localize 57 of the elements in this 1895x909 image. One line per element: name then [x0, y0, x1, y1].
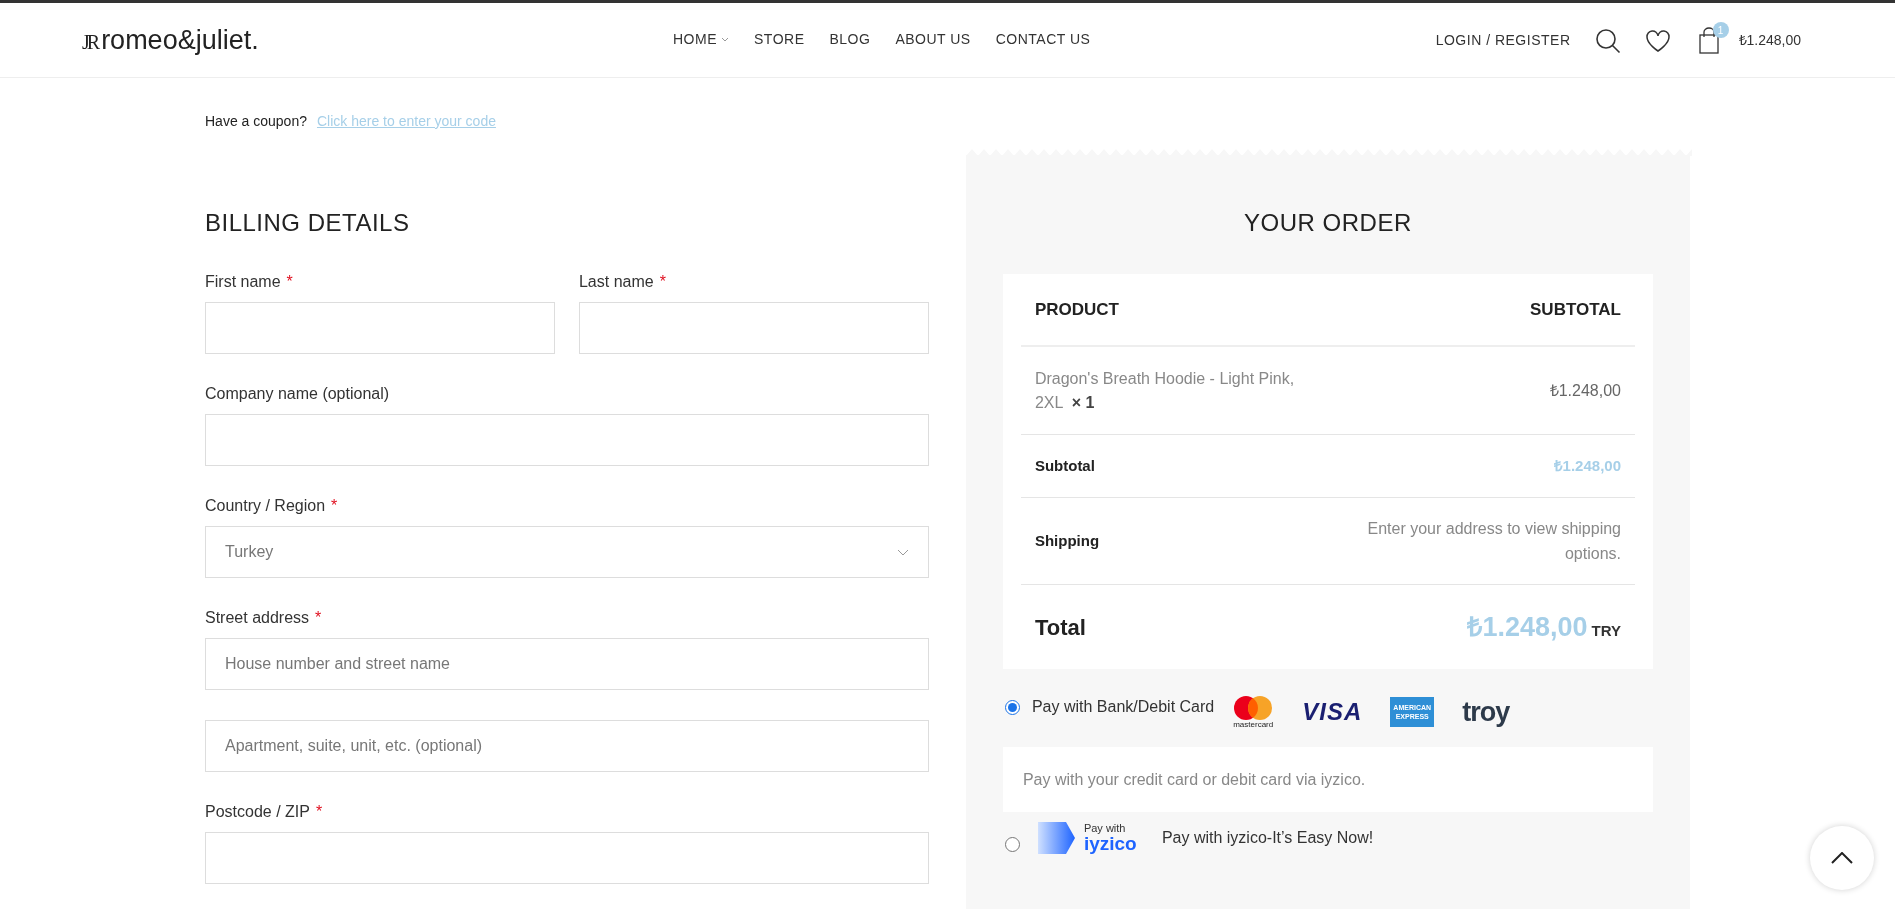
- shipping-note: Enter your address to view shipping options.: [1366, 519, 1621, 564]
- iyzico-logo: Pay with iyzico: [1037, 822, 1138, 854]
- input-field[interactable]: [205, 414, 929, 466]
- input-field[interactable]: Apartment, suite, unit, etc. (optional): [205, 720, 929, 772]
- required-asterisk: *: [315, 802, 323, 822]
- chevron-down-icon: [896, 548, 909, 556]
- nav-link[interactable]: HOME: [673, 29, 729, 50]
- nav-link[interactable]: ABOUT US: [895, 29, 971, 50]
- product-name: Dragon's Breath Hoodie - Light Pink, 2XL × 1: [1034, 368, 1295, 413]
- login-link[interactable]: LOGIN / REGISTER: [1435, 30, 1571, 51]
- input-field[interactable]: [578, 302, 929, 354]
- heart-icon[interactable]: [1644, 28, 1671, 53]
- shopping-bag-icon[interactable]: [1698, 27, 1719, 54]
- cart-count-badge: 1: [1712, 22, 1729, 38]
- total-value: ₺1.248,00: [1467, 610, 1588, 644]
- payment-option-label[interactable]: Pay with iyzico-It’s Easy Now!: [1161, 826, 1374, 850]
- chevron-up-icon: [1831, 852, 1853, 864]
- required-asterisk: *: [315, 608, 322, 628]
- logo-text[interactable]: romeo&juliet.: [101, 26, 259, 54]
- product-price: ₺1.248,00: [1549, 380, 1621, 401]
- mastercard-logo: mastercard: [1232, 695, 1275, 729]
- payment-description: Pay with your credit card or debit card via iyzico.: [1002, 747, 1653, 812]
- subtotal-label: Subtotal: [1034, 455, 1095, 476]
- field-label: Street address: [205, 608, 310, 628]
- troy-logo: troy: [1462, 698, 1510, 726]
- radio-button[interactable]: [1004, 700, 1020, 715]
- required-asterisk: *: [286, 272, 293, 292]
- field-label: First name: [205, 272, 281, 292]
- required-asterisk: *: [331, 496, 338, 516]
- currency-code: TRY: [1591, 620, 1621, 641]
- field-label: Last name: [578, 272, 654, 292]
- radio-button[interactable]: [1004, 836, 1020, 852]
- country-select[interactable]: Turkey: [205, 526, 929, 578]
- chevron-down-icon: [721, 37, 729, 42]
- field-label: Company name (optional): [205, 384, 390, 404]
- nav-link[interactable]: BLOG: [829, 29, 871, 50]
- shipping-label: Shipping: [1034, 530, 1100, 551]
- field-label: Postcode / ZIP: [205, 802, 310, 822]
- nav-link[interactable]: STORE: [754, 29, 805, 50]
- nav-link[interactable]: CONTACT US: [995, 29, 1091, 50]
- column-header: PRODUCT: [1034, 298, 1119, 321]
- order-title: YOUR ORDER: [1243, 211, 1413, 235]
- visa-logo: VISA: [1302, 700, 1363, 724]
- subtotal-value: ₺1.248,00: [1553, 455, 1621, 476]
- input-field[interactable]: [205, 302, 555, 354]
- section-title: BILLING DETAILS: [205, 211, 411, 235]
- payment-option-label[interactable]: Pay with Bank/Debit Card: [1031, 695, 1215, 719]
- column-header: SUBTOTAL: [1530, 298, 1621, 321]
- required-asterisk: *: [659, 272, 666, 292]
- search-icon[interactable]: [1594, 27, 1621, 54]
- input-field[interactable]: [205, 832, 929, 884]
- field-label: Country / Region: [205, 496, 326, 516]
- logo-mark[interactable]: JR: [82, 31, 98, 52]
- coupon-prompt: Have a coupon?: [205, 111, 307, 131]
- total-label: Total: [1034, 613, 1086, 642]
- input-field[interactable]: House number and street name: [205, 638, 929, 690]
- cart-total[interactable]: ₺1.248,00: [1738, 30, 1801, 51]
